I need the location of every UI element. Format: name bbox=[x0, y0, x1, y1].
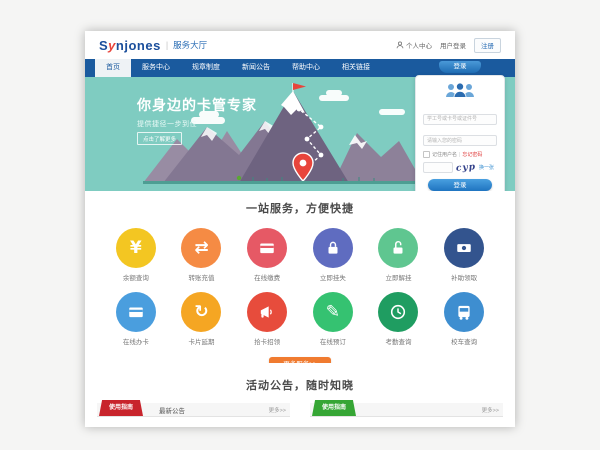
nav-item-1[interactable]: 服务中心 bbox=[131, 59, 181, 77]
yen-icon: ¥ bbox=[116, 228, 156, 268]
services-section: 一站服务，方便快捷 ¥ 余额查询 ⇄ 转账充值在线缴费立即挂失立即解挂补助领取在线办卡… bbox=[85, 191, 515, 363]
hero-title: 你身边的卡管专家 bbox=[137, 95, 257, 115]
service-item[interactable]: 立即解挂 bbox=[366, 228, 432, 282]
service-label: 卡片延期 bbox=[169, 336, 235, 346]
captcha-image[interactable]: cyp bbox=[456, 162, 477, 173]
logo[interactable]: Synjones | 服务大厅 bbox=[99, 38, 207, 53]
service-label: 考勤查询 bbox=[366, 336, 432, 346]
panel-ribbon-tab[interactable]: 使用指南 bbox=[312, 400, 356, 416]
portal-name: 服务大厅 bbox=[173, 39, 207, 51]
service-item[interactable]: 考勤查询 bbox=[366, 292, 432, 346]
remember-checkbox[interactable] bbox=[423, 151, 430, 158]
panel-ribbon-tab[interactable]: 使用指南 bbox=[99, 400, 143, 416]
service-item[interactable]: ⇄ 转账充值 bbox=[169, 228, 235, 282]
transfer-icon: ⇄ bbox=[181, 228, 221, 268]
captcha-refresh-link[interactable]: 换一张 bbox=[479, 164, 494, 171]
services-grid: ¥余额查询⇄转账充值在线缴费立即挂失立即解挂补助领取在线办卡↻卡片延期拾卡招领✎… bbox=[103, 228, 497, 346]
user-login-link[interactable]: 用户登录 bbox=[440, 40, 466, 50]
service-item[interactable]: ↻ 卡片延期 bbox=[169, 292, 235, 346]
nav-item-3[interactable]: 新闻公告 bbox=[231, 59, 281, 77]
unlock-icon bbox=[378, 228, 418, 268]
lock-icon bbox=[313, 228, 353, 268]
service-item[interactable]: ¥ 余额查询 bbox=[103, 228, 169, 282]
announcement-panel-1: 使用指南 更多>> bbox=[310, 403, 503, 417]
service-item[interactable]: 补助领取 bbox=[431, 228, 497, 282]
page: Synjones | 服务大厅 个人中心 用户登录 注册 首页服务中心规章制度新… bbox=[85, 31, 515, 427]
service-label: 立即解挂 bbox=[366, 272, 432, 282]
card-icon bbox=[247, 228, 287, 268]
service-label: 补助领取 bbox=[431, 272, 497, 282]
service-item[interactable]: 拾卡招领 bbox=[234, 292, 300, 346]
service-label: 在线预订 bbox=[300, 336, 366, 346]
forgot-password-link[interactable]: 忘记密码 bbox=[462, 151, 482, 158]
remember-label: 记住用户名 bbox=[432, 151, 457, 158]
service-item[interactable]: ✎ 在线预订 bbox=[300, 292, 366, 346]
nav-item-4[interactable]: 帮助中心 bbox=[281, 59, 331, 77]
refresh-icon: ↻ bbox=[181, 292, 221, 332]
top-header: Synjones | 服务大厅 个人中心 用户登录 注册 bbox=[85, 31, 515, 59]
services-title: 一站服务，方便快捷 bbox=[85, 200, 515, 216]
service-item[interactable]: 在线办卡 bbox=[103, 292, 169, 346]
service-label: 校车查询 bbox=[431, 336, 497, 346]
megaphone-icon bbox=[247, 292, 287, 332]
user-center-label: 个人中心 bbox=[406, 40, 432, 50]
hero-subtitle: 提供捷径一步到位 bbox=[137, 119, 197, 129]
person-icon bbox=[396, 41, 404, 49]
user-center-link[interactable]: 个人中心 bbox=[396, 40, 432, 50]
service-label: 立即挂失 bbox=[300, 272, 366, 282]
panel-more-link[interactable]: 更多>> bbox=[269, 406, 286, 414]
login-panel: 登录 记住用户名 | 忘记密码 bbox=[415, 61, 505, 199]
nav-item-2[interactable]: 规章制度 bbox=[181, 59, 231, 77]
nav-item-5[interactable]: 相关链接 bbox=[331, 59, 381, 77]
announcements-title: 活动公告，随时知晓 bbox=[85, 377, 515, 393]
user-login-label: 用户登录 bbox=[440, 40, 466, 50]
register-button[interactable]: 注册 bbox=[474, 38, 501, 53]
panel-more-link[interactable]: 更多>> bbox=[482, 406, 499, 414]
service-label: 在线缴费 bbox=[234, 272, 300, 282]
service-label: 转账充值 bbox=[169, 272, 235, 282]
panel-tab[interactable]: 最新公告 bbox=[159, 405, 185, 415]
card-icon bbox=[116, 292, 156, 332]
banknote-icon bbox=[444, 228, 484, 268]
pencil-icon: ✎ bbox=[313, 292, 353, 332]
service-label: 拾卡招领 bbox=[234, 336, 300, 346]
announcement-panels: 使用指南 最新公告 更多>> 使用指南 更多>> bbox=[97, 403, 503, 417]
service-item[interactable]: 立即挂失 bbox=[300, 228, 366, 282]
service-item[interactable]: 校车查询 bbox=[431, 292, 497, 346]
clock-icon bbox=[378, 292, 418, 332]
password-input[interactable] bbox=[423, 135, 497, 146]
username-input[interactable] bbox=[423, 114, 497, 125]
users-icon bbox=[423, 82, 497, 103]
service-label: 余额查询 bbox=[103, 272, 169, 282]
login-button[interactable]: 登录 bbox=[428, 179, 492, 191]
service-item[interactable]: 在线缴费 bbox=[234, 228, 300, 282]
service-label: 在线办卡 bbox=[103, 336, 169, 346]
header-links: 个人中心 用户登录 注册 bbox=[396, 38, 501, 53]
logo-text: Synjones bbox=[99, 38, 161, 53]
announcements-section: 活动公告，随时知晓 使用指南 最新公告 更多>> 使用指南 更多>> bbox=[85, 363, 515, 427]
hero-cta-button[interactable]: 点击了解更多 bbox=[137, 132, 182, 145]
announcement-panel-0: 使用指南 最新公告 更多>> bbox=[97, 403, 290, 417]
captcha-input[interactable] bbox=[423, 162, 453, 173]
login-tab[interactable]: 登录 bbox=[439, 61, 481, 73]
logo-divider: | bbox=[166, 40, 168, 50]
nav-item-0[interactable]: 首页 bbox=[95, 59, 131, 77]
bus-icon bbox=[444, 292, 484, 332]
divider: | bbox=[459, 152, 460, 158]
